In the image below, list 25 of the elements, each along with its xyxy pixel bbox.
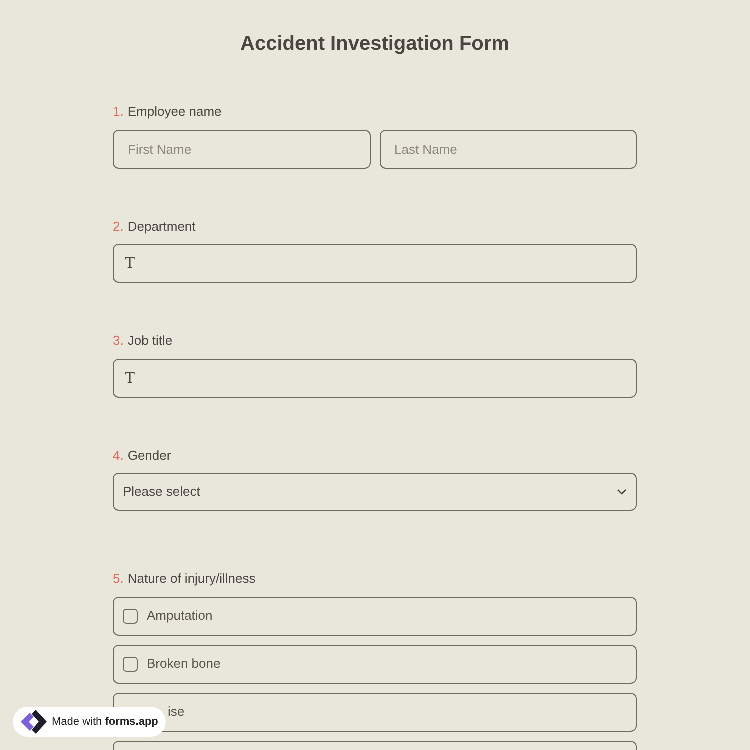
checkbox[interactable]	[123, 608, 138, 624]
question-label: Gender	[128, 446, 172, 464]
select-field[interactable]: Please select	[113, 473, 637, 511]
made-with-badge[interactable]: Made with forms.app	[13, 707, 166, 737]
question-number: 4.	[113, 446, 124, 464]
checkbox-option[interactable]: Amputation	[113, 596, 637, 636]
question-label: Employee name	[128, 103, 222, 121]
text-type-icon: T	[125, 366, 136, 390]
text-type-icon: T	[125, 252, 136, 275]
question-label: Department	[128, 218, 196, 236]
question-number: 2.	[113, 218, 124, 236]
name-field[interactable]: Last Name	[380, 130, 637, 168]
question-label: Nature of injury/illness	[128, 570, 256, 588]
question-number: 5.	[113, 570, 124, 588]
checkbox[interactable]	[123, 656, 138, 672]
text-field[interactable]: T	[113, 358, 637, 398]
chevron-down-icon	[617, 489, 627, 495]
question-number: 3.	[113, 332, 124, 350]
logo-icon	[19, 710, 47, 734]
name-field[interactable]: First Name	[113, 130, 370, 168]
text-field[interactable]: T	[113, 244, 637, 283]
question-label: Job title	[128, 332, 173, 350]
question-number: 1.	[113, 103, 124, 121]
form-title: Accident Investigation Form	[240, 32, 510, 57]
checkbox-option[interactable]: Broken bone	[113, 644, 637, 684]
